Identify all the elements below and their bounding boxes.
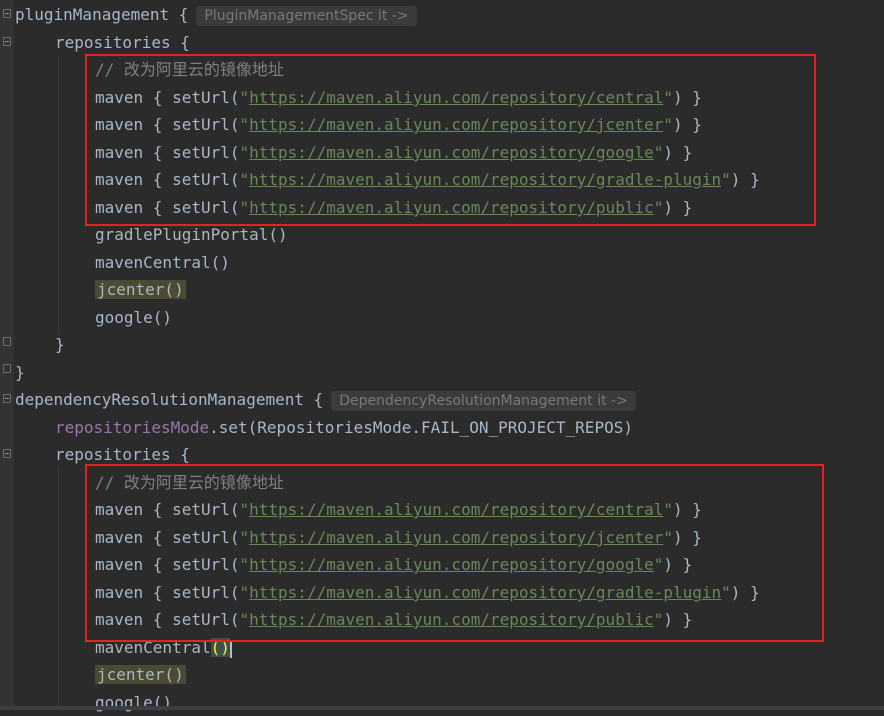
fold-marker-icon[interactable] <box>3 37 11 46</box>
code-line[interactable]: google() <box>95 689 172 716</box>
indent-guide <box>58 55 59 335</box>
block-name: pluginManagement <box>15 5 170 24</box>
fold-end-icon[interactable] <box>3 337 11 346</box>
lambda-parameter-hint: DependencyResolutionManagement it -> <box>331 390 636 411</box>
fold-marker-icon[interactable] <box>3 394 11 403</box>
fold-marker-icon[interactable] <box>3 449 11 458</box>
code-line[interactable]: google() <box>95 304 172 331</box>
lambda-parameter-hint: PluginManagementSpec it -> <box>196 5 417 26</box>
deprecated-call[interactable]: jcenter() <box>95 280 186 299</box>
code-line[interactable]: } <box>15 359 25 386</box>
code-editor[interactable]: pluginManagement {PluginManagementSpec i… <box>0 0 884 712</box>
highlight-box <box>85 464 824 642</box>
property-name: repositoriesMode <box>55 418 210 437</box>
editor-gutter <box>0 0 14 710</box>
code-line[interactable]: dependencyResolutionManagement {Dependen… <box>15 386 636 413</box>
indent-guide <box>58 467 59 710</box>
code-line[interactable]: repositories { <box>55 29 190 56</box>
text-caret <box>229 639 232 658</box>
code-line[interactable]: } <box>55 331 65 358</box>
fold-end-icon[interactable] <box>3 364 11 373</box>
code-line[interactable]: pluginManagement {PluginManagementSpec i… <box>15 1 417 28</box>
deprecated-call[interactable]: jcenter() <box>95 665 186 684</box>
highlight-box <box>85 54 816 226</box>
code-line[interactable]: mavenCentral() <box>95 249 230 276</box>
horizontal-scrollbar[interactable] <box>0 706 884 710</box>
code-line[interactable]: jcenter() <box>95 276 186 303</box>
code-line[interactable]: repositoriesMode.set(RepositoriesMode.FA… <box>55 414 633 441</box>
code-line[interactable]: jcenter() <box>95 661 186 688</box>
fold-marker-icon[interactable] <box>3 9 11 18</box>
block-name: dependencyResolutionManagement <box>15 390 304 409</box>
